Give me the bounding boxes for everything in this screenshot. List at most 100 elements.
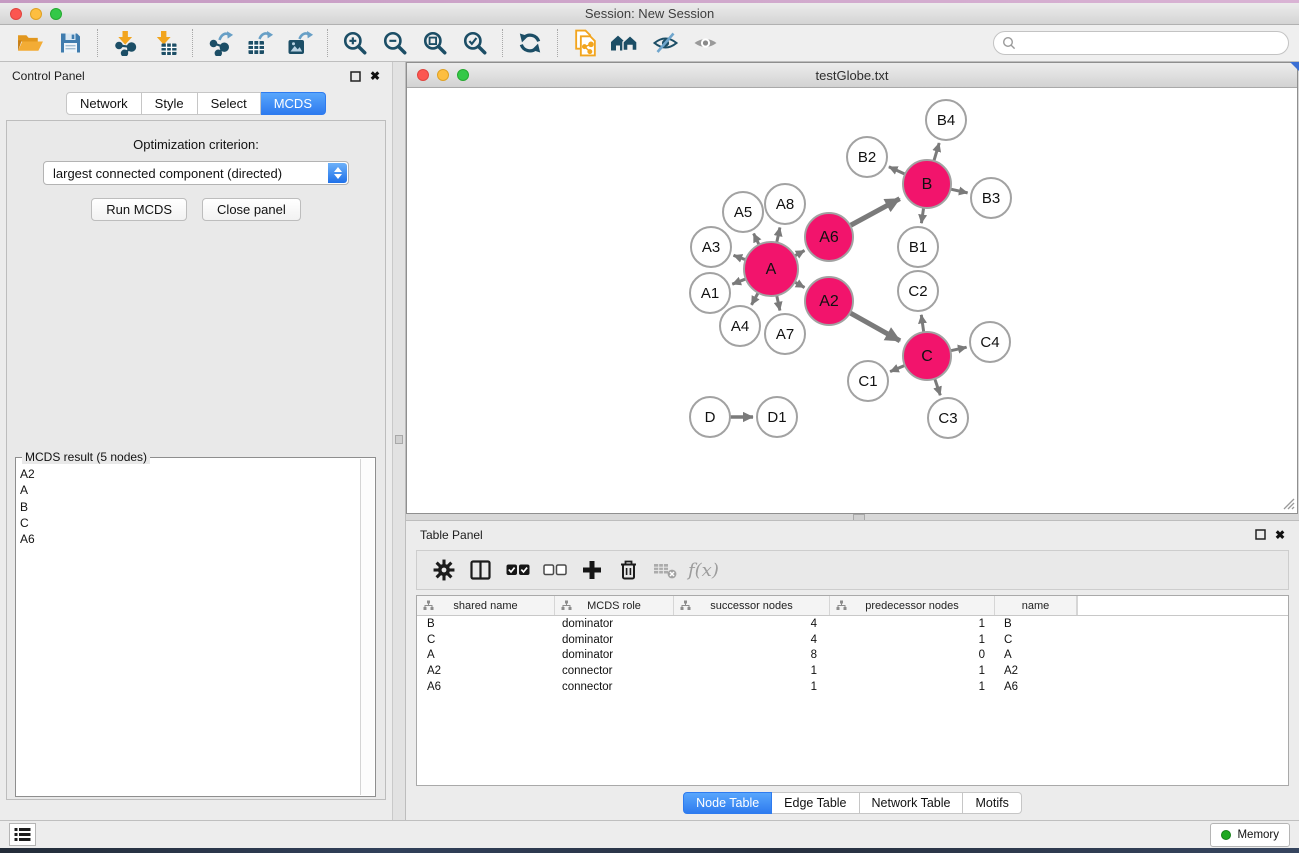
minimize-window-button[interactable]	[30, 8, 42, 20]
tab-motifs[interactable]: Motifs	[963, 792, 1021, 814]
result-item[interactable]: B	[20, 499, 359, 515]
table-row[interactable]: Adominator80A	[417, 648, 1288, 664]
hide-all-columns-button[interactable]	[536, 554, 573, 586]
tab-style[interactable]: Style	[142, 92, 198, 115]
show-graphics-details-button[interactable]	[685, 27, 725, 59]
new-network-from-selection-button[interactable]	[565, 27, 605, 59]
node-B[interactable]: B	[903, 160, 951, 208]
toolbar-separator	[192, 29, 193, 57]
node-A7[interactable]: A7	[765, 314, 805, 354]
tab-mcds[interactable]: MCDS	[261, 92, 326, 115]
network-graph[interactable]: B4 B2 B B3 A5A8A6 A3 B1 A A1 C2 A2 A4A7 C4 C C1 C3 D D1	[407, 88, 1297, 512]
split-table-button[interactable]	[462, 554, 499, 586]
import-table-button[interactable]	[145, 27, 185, 59]
float-table-panel-icon[interactable]	[1255, 529, 1266, 540]
column-header-MCDS-role[interactable]: MCDS role	[555, 596, 674, 615]
node-A3[interactable]: A3	[691, 227, 731, 267]
node-C1[interactable]: C1	[848, 361, 888, 401]
optimization-criterion-dropdown[interactable]: largest connected component (directed)	[43, 161, 349, 185]
result-item[interactable]: C	[20, 515, 359, 531]
network-canvas[interactable]: B4 B2 B B3 A5A8A6 A3 B1 A A1 C2 A2 A4A7 C4 C C1 C3 D D1	[407, 88, 1297, 512]
column-header-predecessor-nodes[interactable]: predecessor nodes	[830, 596, 995, 615]
float-panel-icon[interactable]	[350, 71, 361, 82]
network-zoom-button[interactable]	[457, 69, 469, 81]
resize-grip-icon[interactable]	[1280, 495, 1295, 510]
zoom-in-button[interactable]	[335, 27, 375, 59]
node-A4[interactable]: A4	[720, 306, 760, 346]
network-window-titlebar[interactable]: testGlobe.txt	[407, 63, 1297, 88]
tab-edge-table[interactable]: Edge Table	[772, 792, 859, 814]
save-session-button[interactable]	[50, 27, 90, 59]
close-table-panel-icon[interactable]: ✖	[1275, 529, 1285, 541]
node-B1[interactable]: B1	[898, 227, 938, 267]
node-D1[interactable]: D1	[757, 397, 797, 437]
table-row[interactable]: A6connector11A6	[417, 679, 1288, 695]
open-session-button[interactable]	[10, 27, 50, 59]
node-A6[interactable]: A6	[805, 213, 853, 261]
node-A8[interactable]: A8	[765, 184, 805, 224]
zoom-window-button[interactable]	[50, 8, 62, 20]
function-builder-button[interactable]: f(x)	[688, 560, 719, 581]
table-header-row: shared nameMCDS rolesuccessor nodesprede…	[417, 596, 1288, 616]
table-row[interactable]: A2connector11A2	[417, 663, 1288, 679]
node-D[interactable]: D	[690, 397, 730, 437]
search-input[interactable]	[1022, 36, 1280, 50]
show-all-columns-button[interactable]	[499, 554, 536, 586]
node-C4[interactable]: C4	[970, 322, 1010, 362]
zoom-fit-button[interactable]	[415, 27, 455, 59]
edge-B-B4[interactable]	[933, 143, 939, 163]
edge-A6-B[interactable]	[848, 199, 899, 227]
node-C3[interactable]: C3	[928, 398, 968, 438]
result-item[interactable]: A2	[20, 466, 359, 482]
node-C[interactable]: C	[903, 332, 951, 380]
result-item[interactable]: A6	[20, 531, 359, 547]
close-window-button[interactable]	[10, 8, 22, 20]
search-field[interactable]	[993, 31, 1289, 55]
import-network-button[interactable]	[105, 27, 145, 59]
column-header-shared-name[interactable]: shared name	[417, 596, 555, 615]
table-row[interactable]: Bdominator41B	[417, 616, 1288, 632]
memory-button[interactable]: Memory	[1210, 823, 1290, 847]
edge-A2-C[interactable]	[848, 312, 900, 341]
export-table-button[interactable]	[240, 27, 280, 59]
tab-select[interactable]: Select	[198, 92, 261, 115]
column-header-successor-nodes[interactable]: successor nodes	[674, 596, 830, 615]
tab-network-table[interactable]: Network Table	[860, 792, 964, 814]
create-column-button[interactable]	[573, 554, 610, 586]
node-B3[interactable]: B3	[971, 178, 1011, 218]
node-C2[interactable]: C2	[898, 271, 938, 311]
column-header-name[interactable]: name	[995, 596, 1077, 615]
result-item[interactable]: A	[20, 482, 359, 498]
table-row[interactable]: Cdominator41C	[417, 632, 1288, 648]
zoom-out-button[interactable]	[375, 27, 415, 59]
column-settings-button[interactable]	[425, 554, 462, 586]
cell-shared-name: B	[417, 618, 555, 630]
node-B2[interactable]: B2	[847, 137, 887, 177]
refresh-layout-button[interactable]	[510, 27, 550, 59]
node-A[interactable]: A	[744, 242, 798, 296]
task-history-button[interactable]	[9, 823, 36, 846]
delete-table-button[interactable]	[647, 554, 684, 586]
mcds-result-list[interactable]: A2ABCA6	[20, 466, 359, 794]
network-close-button[interactable]	[417, 69, 429, 81]
open-folder-icon	[17, 31, 44, 55]
panel-divider[interactable]	[392, 62, 406, 820]
export-network-button[interactable]	[200, 27, 240, 59]
network-minimize-button[interactable]	[437, 69, 449, 81]
close-panel-icon[interactable]: ✖	[370, 70, 380, 82]
zoom-selected-button[interactable]	[455, 27, 495, 59]
result-scrollbar[interactable]	[360, 459, 374, 795]
tab-node-table[interactable]: Node Table	[683, 792, 772, 814]
delete-columns-button[interactable]	[610, 554, 647, 586]
close-panel-button[interactable]: Close panel	[202, 198, 301, 221]
node-A5[interactable]: A5	[723, 192, 763, 232]
export-image-button[interactable]	[280, 27, 320, 59]
node-B4[interactable]: B4	[926, 100, 966, 140]
home-button[interactable]	[605, 27, 645, 59]
tab-network[interactable]: Network	[66, 92, 142, 115]
node-A1[interactable]: A1	[690, 273, 730, 313]
run-mcds-button[interactable]: Run MCDS	[91, 198, 187, 221]
hide-graphics-details-button[interactable]	[645, 27, 685, 59]
divider-handle[interactable]	[395, 435, 403, 444]
node-A2[interactable]: A2	[805, 277, 853, 325]
